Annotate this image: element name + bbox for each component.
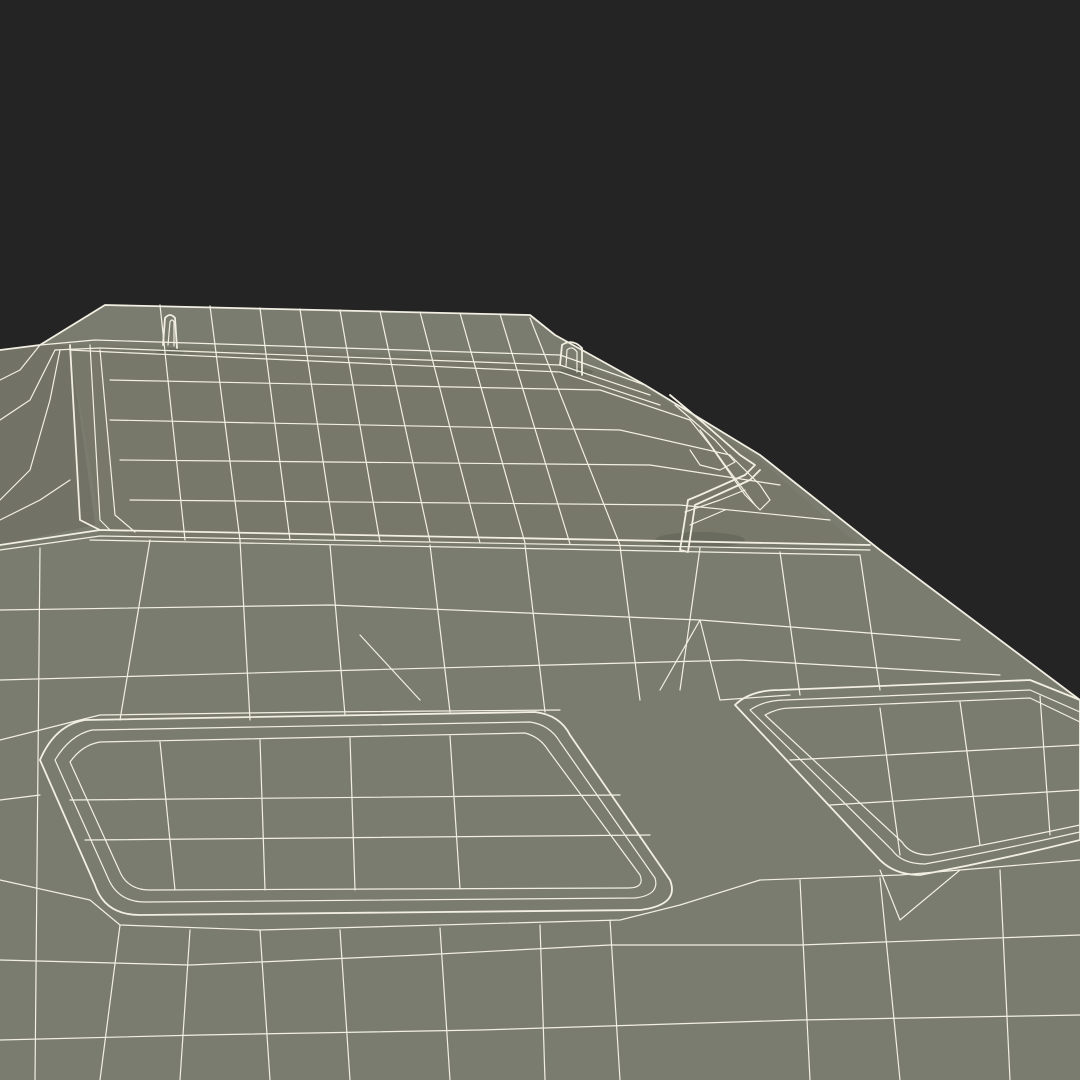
wiper-shadow	[655, 532, 745, 548]
render-viewport	[0, 0, 1080, 1080]
wireframe-scene	[0, 0, 1080, 1080]
